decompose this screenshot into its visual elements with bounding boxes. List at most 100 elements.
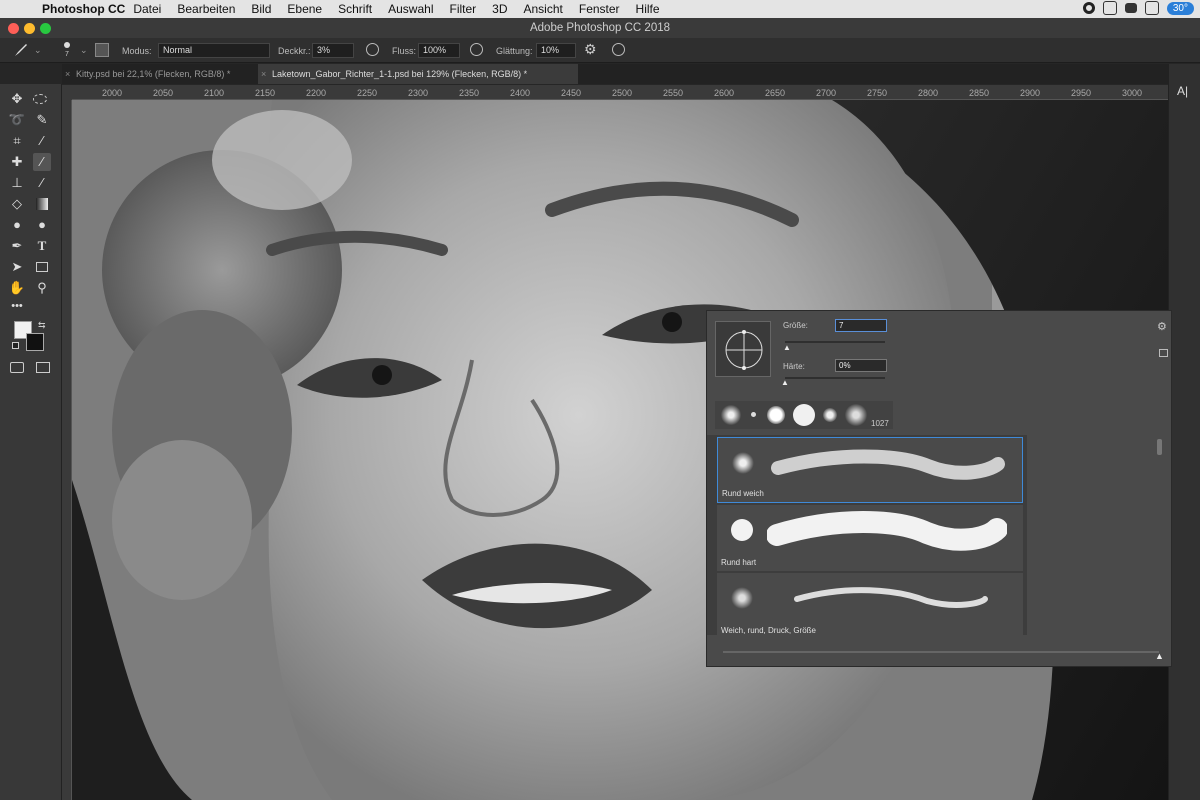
hardness-slider-track[interactable] — [785, 377, 885, 379]
flow-input[interactable]: 100% — [418, 43, 460, 58]
hardness-slider-thumb[interactable]: ▲ — [781, 378, 789, 387]
recent-brushes-row: 1027 — [715, 401, 893, 429]
menu-ansicht[interactable]: Ansicht — [516, 2, 571, 16]
preset-rund-weich[interactable]: Rund weich — [717, 437, 1023, 503]
ruler-tick: 2950 — [1071, 88, 1092, 98]
blur-tool-icon[interactable]: ● — [8, 216, 26, 234]
brush-angle-widget[interactable] — [715, 321, 771, 377]
type-tool-icon[interactable]: T — [33, 237, 51, 255]
smoothing-input[interactable]: 10% — [536, 43, 576, 58]
move-tool-icon[interactable]: ✥ — [8, 90, 26, 108]
weather-badge[interactable]: 30° — [1166, 1, 1194, 15]
mode-select[interactable]: Normal — [158, 43, 270, 58]
menu-filter[interactable]: Filter — [441, 2, 484, 16]
dropbox-icon[interactable] — [1124, 3, 1137, 13]
airbrush-icon[interactable] — [470, 43, 483, 56]
menu-bild[interactable]: Bild — [243, 2, 279, 16]
screen-mode-icon[interactable] — [36, 362, 50, 373]
dodge-tool-icon[interactable]: ● — [33, 216, 51, 234]
close-tab-icon[interactable]: × — [261, 64, 266, 84]
brush-settings-icon[interactable] — [95, 43, 109, 57]
pressure-opacity-icon[interactable] — [366, 43, 379, 56]
recent-brush[interactable] — [793, 404, 815, 426]
menu-hilfe[interactable]: Hilfe — [628, 2, 668, 16]
clone-stamp-tool-icon[interactable]: ⊥ — [8, 174, 26, 192]
gear-icon[interactable]: ⚙ — [584, 41, 597, 58]
smoothing-label: Glättung: — [496, 46, 533, 56]
background-color-swatch[interactable] — [26, 333, 44, 351]
crop-tool-icon[interactable]: ⌗ — [8, 132, 26, 150]
tab-laketown[interactable]: × Laketown_Gabor_Richter_1-1.psd bei 129… — [258, 64, 578, 84]
menu-3d[interactable]: 3D — [484, 2, 515, 16]
options-bar: ⌄ 7 ⌄ Modus: Normal Deckkr.: 3% Fluss: 1… — [0, 38, 1200, 63]
brush-stroke-preview — [767, 511, 1007, 551]
hand-tool-icon[interactable]: ✋ — [8, 279, 26, 297]
eraser-tool-icon[interactable]: ◇ — [8, 195, 26, 213]
size-slider-thumb[interactable]: ▲ — [783, 343, 791, 352]
menu-bearbeiten[interactable]: Bearbeiten — [169, 2, 243, 16]
ruler-tick: 2450 — [561, 88, 582, 98]
record-icon[interactable] — [1082, 2, 1095, 14]
ruler-tick: 2000 — [102, 88, 123, 98]
new-preset-icon[interactable] — [1159, 349, 1168, 357]
default-colors-icon[interactable] — [12, 342, 19, 349]
preset-rund-hart[interactable]: Rund hart — [717, 505, 1023, 571]
swap-colors-icon[interactable]: ⇆ — [38, 320, 46, 331]
preset-list-scrollbar[interactable] — [1157, 439, 1162, 455]
size-slider-track[interactable] — [785, 341, 885, 343]
recent-brush[interactable] — [751, 412, 756, 417]
hardness-input[interactable]: 0% — [835, 359, 887, 372]
zoom-tool-icon[interactable]: ⚲ — [33, 279, 51, 297]
tools-panel: ✥ ➰ ✎ ⌗ ⁄ ✚ ⁄ ⊥ ⁄ ◇ ● ● ✒ T ➤ ✋ ⚲ ••• ⇆ — [0, 84, 62, 800]
app-menu[interactable]: Photoshop CC — [34, 2, 125, 16]
close-window-button[interactable] — [8, 23, 19, 34]
eyedropper-tool-icon[interactable]: ⁄ — [33, 132, 51, 150]
screen-icon[interactable] — [1102, 1, 1117, 15]
preset-weich-rund-druck-groesse[interactable]: Weich, rund, Druck, Größe — [717, 573, 1023, 639]
recent-brush[interactable] — [767, 406, 785, 424]
chevron-down-icon[interactable]: ⌄ — [34, 45, 42, 56]
menu-datei[interactable]: Datei — [125, 2, 169, 16]
brush-tip-icon — [731, 587, 753, 609]
quick-mask-icon[interactable] — [10, 362, 24, 373]
close-tab-icon[interactable]: × — [65, 64, 70, 84]
gradient-tool-icon[interactable] — [36, 198, 48, 210]
path-selection-tool-icon[interactable]: ➤ — [8, 258, 26, 276]
brush-stroke-preview — [794, 587, 988, 608]
menu-ebene[interactable]: Ebene — [279, 2, 330, 16]
opacity-input[interactable]: 3% — [312, 43, 354, 58]
window-titlebar: Adobe Photoshop CC 2018 — [0, 18, 1200, 38]
recent-brush[interactable] — [845, 404, 867, 426]
tab-kitty[interactable]: × Kitty.psd bei 22,1% (Flecken, RGB/8) * — [62, 64, 258, 84]
size-input[interactable]: 7 — [835, 319, 887, 332]
tab-label: Kitty.psd bei 22,1% (Flecken, RGB/8) * — [76, 69, 231, 79]
history-brush-tool-icon[interactable]: ⁄ — [33, 174, 51, 192]
pen-tool-icon[interactable]: ✒ — [8, 237, 26, 255]
brush-tip-icon — [731, 519, 753, 541]
lasso-tool-icon[interactable]: ➰ — [8, 111, 26, 129]
preview-size-slider-track[interactable] — [723, 651, 1159, 653]
cloud-icon[interactable] — [1144, 1, 1159, 15]
pressure-size-icon[interactable] — [612, 43, 625, 56]
quick-selection-tool-icon[interactable]: ✎ — [33, 111, 51, 129]
zoom-window-button[interactable] — [40, 23, 51, 34]
recent-brush[interactable] — [823, 408, 837, 422]
menu-auswahl[interactable]: Auswahl — [380, 2, 441, 16]
brush-tool-icon[interactable]: ⁄ — [33, 153, 51, 171]
ruler-tick: 2800 — [918, 88, 939, 98]
character-panel-icon[interactable]: A| — [1177, 84, 1188, 98]
elliptical-marquee-tool-icon[interactable] — [33, 94, 47, 104]
recent-brush[interactable] — [721, 405, 741, 425]
menu-fenster[interactable]: Fenster — [571, 2, 628, 16]
recent-brush-size-label: 1027 — [871, 419, 889, 428]
minimize-window-button[interactable] — [24, 23, 35, 34]
more-tools-icon[interactable]: ••• — [8, 297, 26, 315]
brush-tool-icon[interactable] — [12, 43, 28, 57]
menu-schrift[interactable]: Schrift — [330, 2, 380, 16]
brush-picker-chevron-icon[interactable]: ⌄ — [80, 45, 88, 56]
settings-gear-icon[interactable]: ⚙ — [1157, 320, 1167, 333]
rectangle-tool-icon[interactable] — [36, 262, 48, 272]
brush-size-label[interactable]: 7 — [65, 51, 69, 58]
preview-size-slider-thumb[interactable]: ▲ — [1155, 651, 1164, 661]
healing-brush-tool-icon[interactable]: ✚ — [8, 153, 26, 171]
